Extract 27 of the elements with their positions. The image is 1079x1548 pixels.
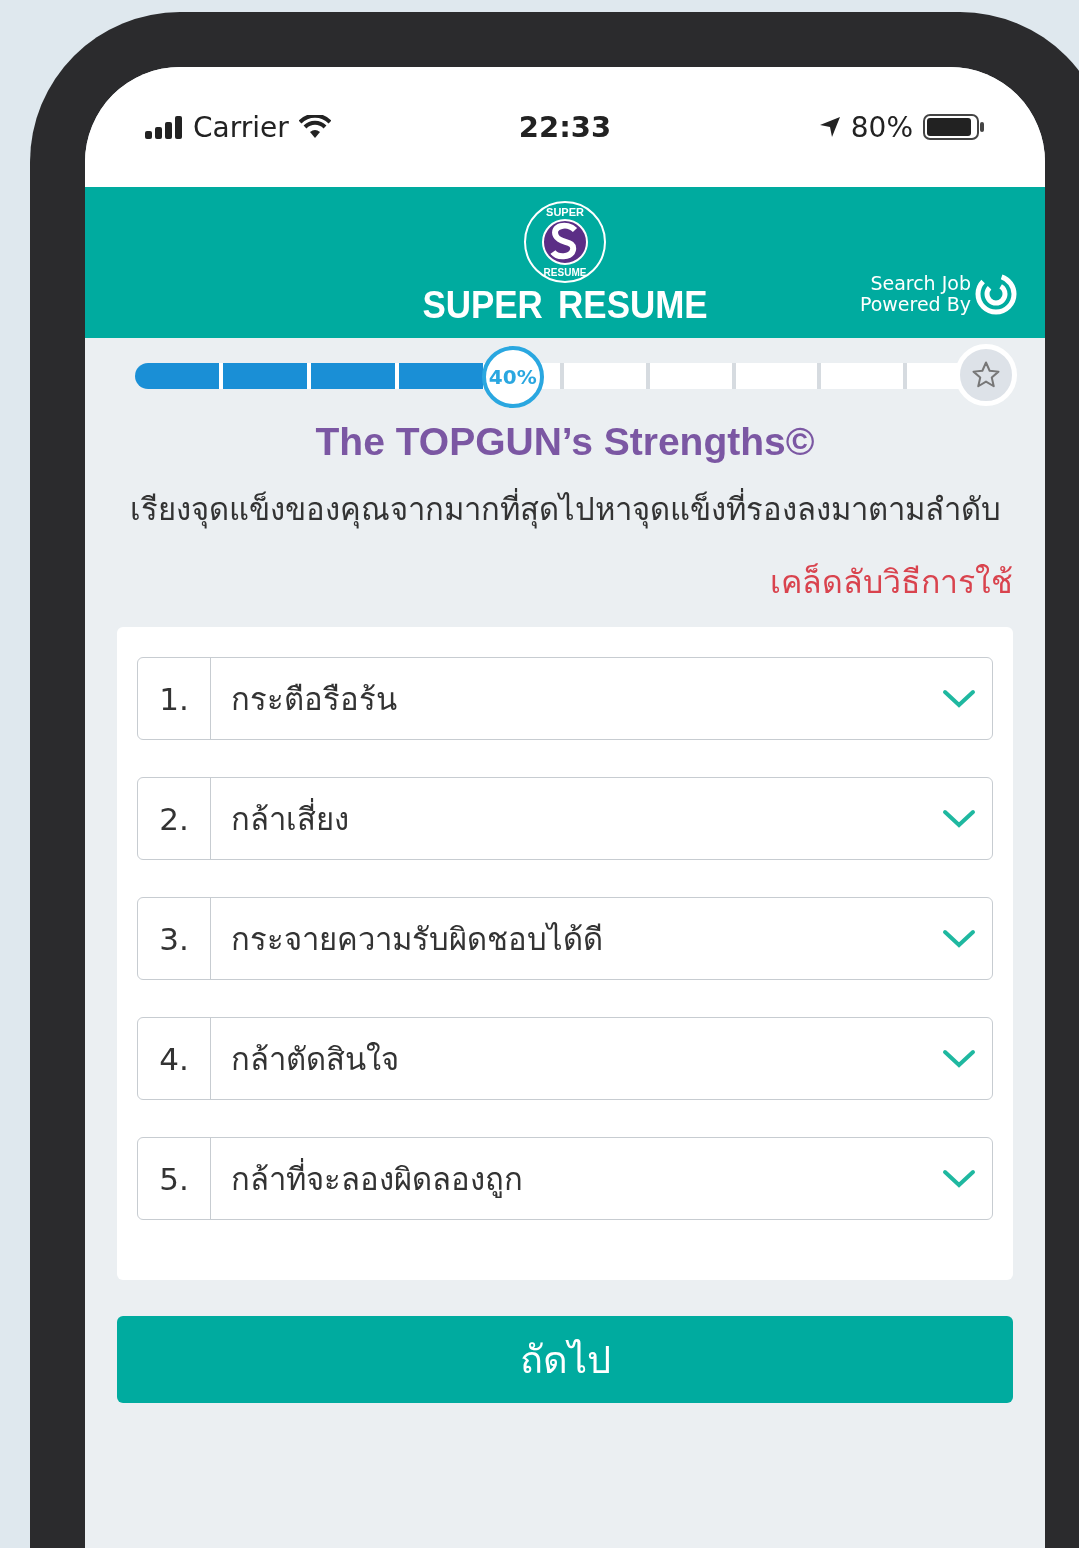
- star-icon: [971, 360, 1001, 390]
- chevron-down-icon: [942, 808, 976, 829]
- app-title: SUPER RESUME: [422, 284, 708, 327]
- location-arrow-icon: [818, 116, 841, 138]
- page-title: The TOPGUN’s Strengths©: [314, 420, 816, 464]
- ranking-dropdown[interactable]: 2. กล้าเสี่ยง: [137, 777, 993, 860]
- ranking-dropdown[interactable]: 3. กระจายความรับผิดชอบได้ดี: [137, 897, 993, 980]
- chevron-down-icon: [942, 928, 976, 949]
- chevron-down-icon: [942, 688, 976, 709]
- partner-text: Search Job: [870, 273, 971, 294]
- battery-percent: 80%: [850, 110, 913, 144]
- battery-icon: [923, 114, 985, 140]
- logo-icon: SUPER RESUME: [523, 200, 607, 284]
- chevron-down-icon: [942, 1168, 976, 1189]
- tips-link[interactable]: เคล็ดลับวิธีการใช้: [770, 556, 1013, 607]
- ranking-dropdown[interactable]: 5. กล้าที่จะลองผิดลองถูก: [137, 1137, 993, 1220]
- progress-badge: 40%: [481, 346, 544, 408]
- instruction-text: เรียงจุดแข็งของคุณจากมากที่สุดไปหาจุดแข็งที่รองลงมาตามลำดับ: [127, 484, 1003, 534]
- swirl-logo-icon: [975, 273, 1017, 315]
- carrier-label: Carrier: [193, 110, 289, 144]
- partner-text: Powered By: [859, 294, 971, 315]
- signal-icon: [145, 115, 183, 139]
- wifi-icon: [298, 115, 331, 139]
- ranking-dropdown[interactable]: 1. กระตือรือร้น: [137, 657, 993, 740]
- ranking-dropdown[interactable]: 4. กล้าตัดสินใจ: [137, 1017, 993, 1100]
- chevron-down-icon: [942, 1048, 976, 1069]
- clock: 22:33: [518, 110, 612, 144]
